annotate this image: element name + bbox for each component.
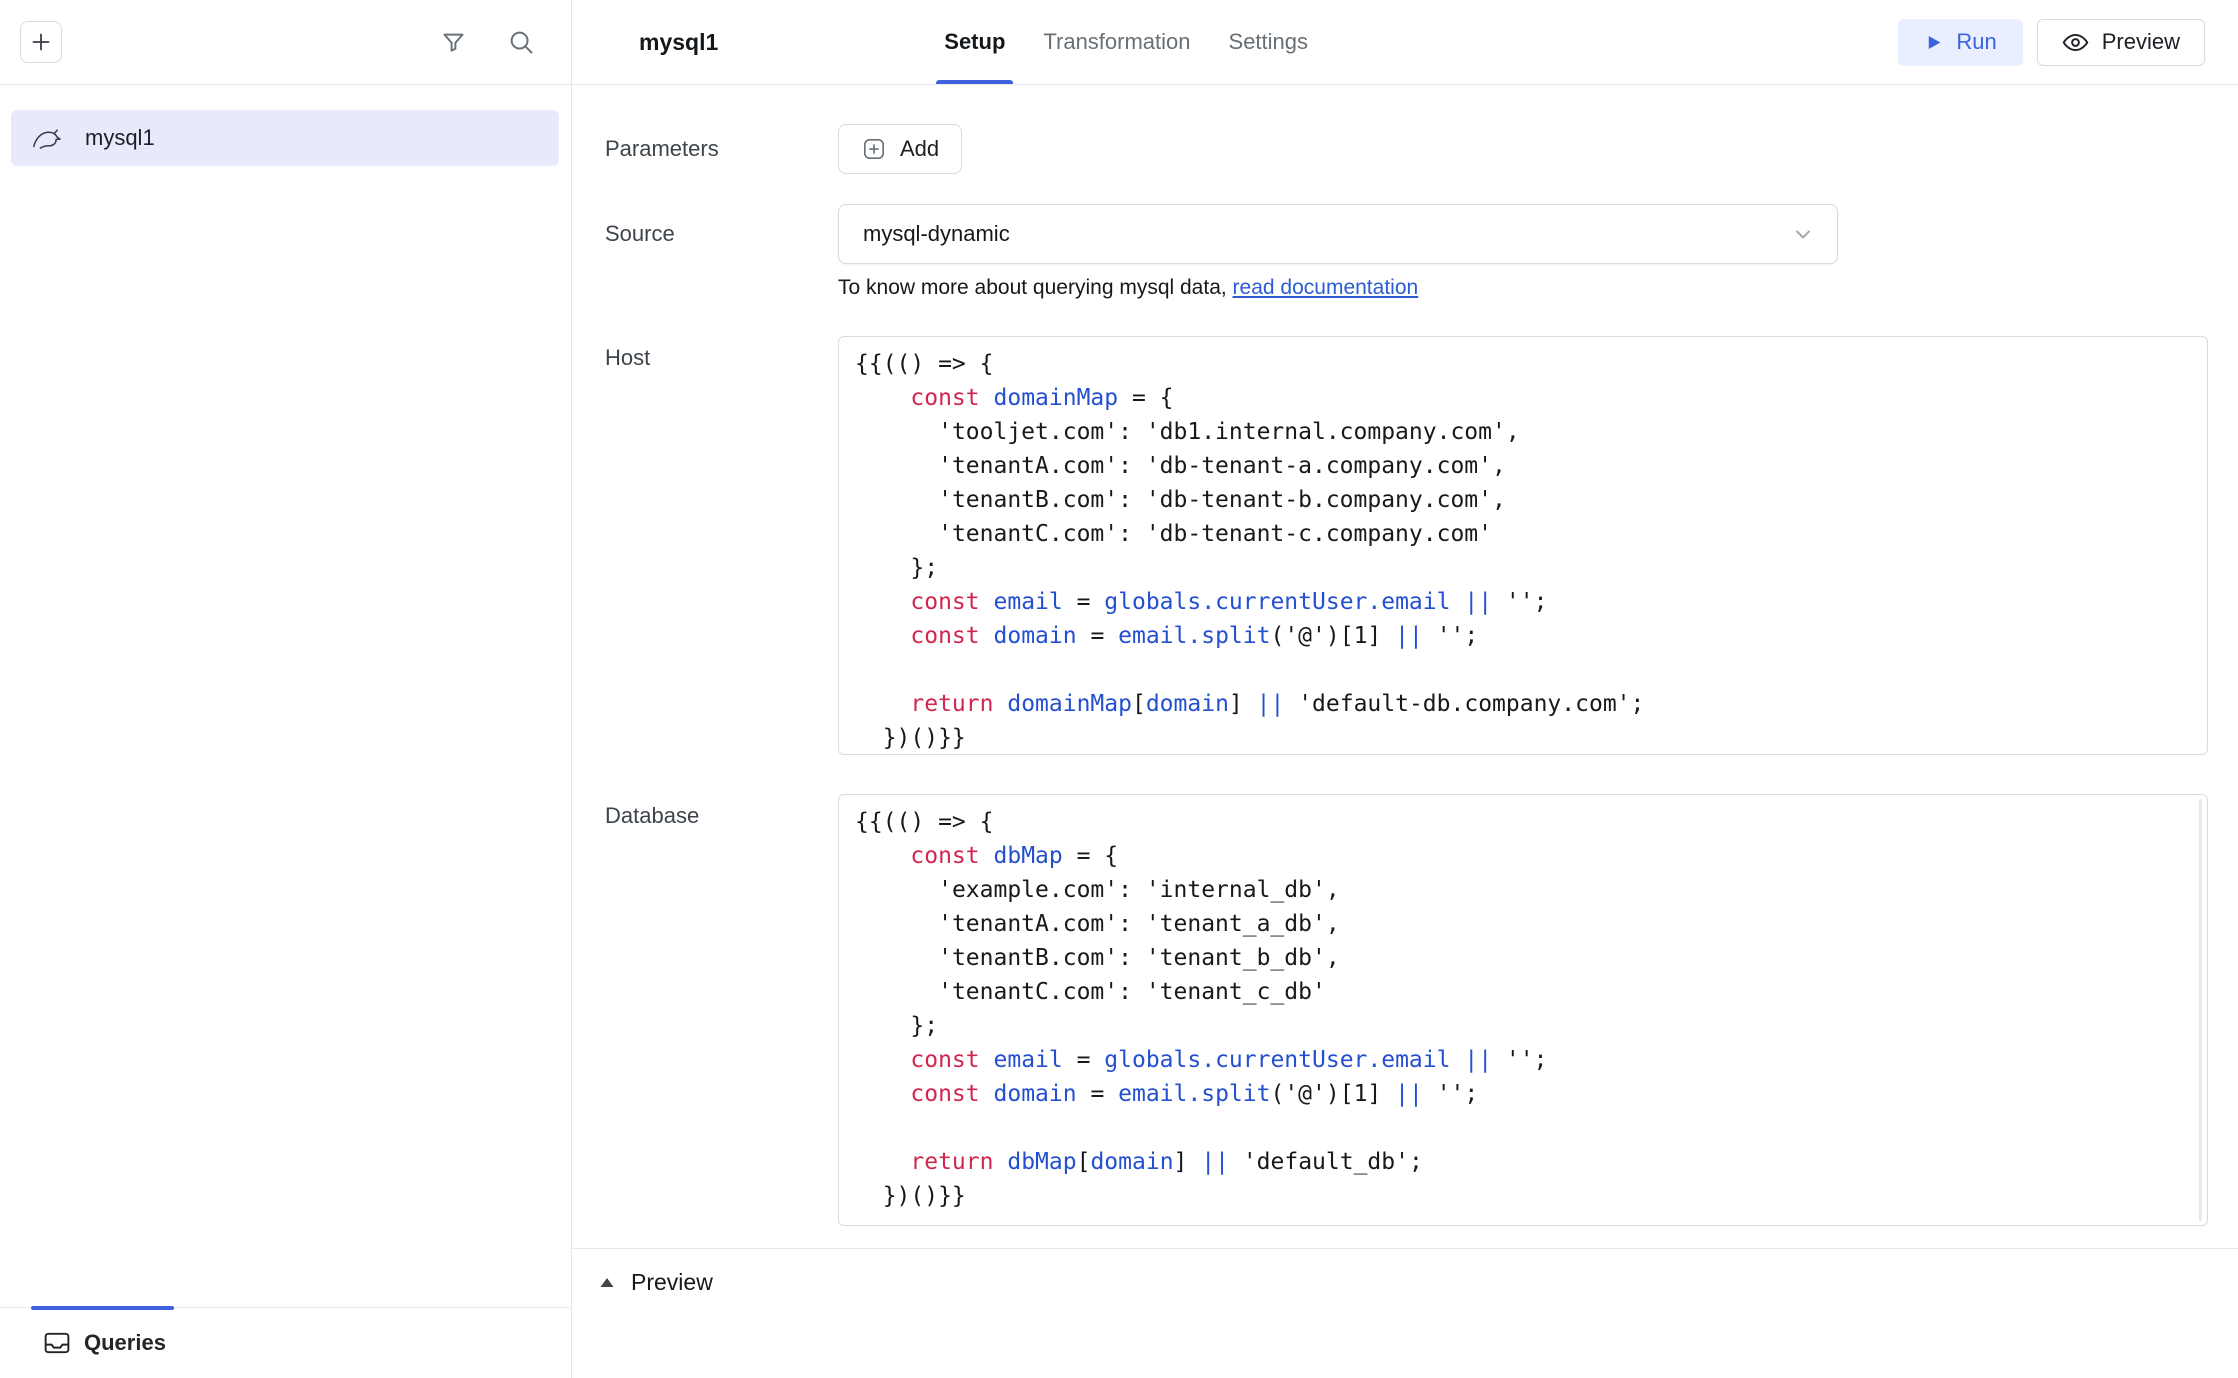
query-item-label: mysql1	[85, 125, 155, 151]
host-label: Host	[605, 336, 838, 755]
tab-setup[interactable]: Setup	[936, 0, 1013, 84]
source-help-prefix: To know more about querying mysql data,	[838, 276, 1233, 299]
host-row: Host {{(() => { const domainMap = { 'too…	[605, 336, 2208, 755]
setup-form: Parameters Add Source mysql-dynamic	[572, 85, 2238, 1226]
query-list-item-mysql1[interactable]: mysql1	[11, 110, 559, 166]
database-code-editor[interactable]: {{(() => { const dbMap = { 'example.com'…	[838, 794, 2208, 1226]
source-help-text: To know more about querying mysql data, …	[838, 276, 2208, 300]
mysql-icon	[31, 125, 61, 151]
editor-tabs: Setup Transformation Settings	[936, 0, 1316, 84]
run-button[interactable]: Run	[1898, 19, 2022, 66]
eye-icon	[2062, 32, 2089, 53]
source-label: Source	[605, 204, 838, 300]
query-editor-header: mysql1 Setup Transformation Settings Run	[572, 0, 2238, 85]
parameters-label: Parameters	[605, 124, 838, 174]
play-icon	[1924, 33, 1943, 52]
sidebar-header	[0, 0, 571, 85]
run-button-label: Run	[1956, 29, 1996, 55]
query-list: mysql1	[0, 85, 571, 1307]
scrollbar[interactable]	[2199, 799, 2202, 1221]
plus-icon	[29, 30, 53, 54]
filter-button[interactable]	[440, 29, 467, 56]
preview-section-label: Preview	[631, 1269, 713, 1296]
query-editor-panel: mysql1 Setup Transformation Settings Run	[572, 0, 2238, 1378]
query-sidebar: mysql1 Queries	[0, 0, 572, 1378]
app-root: mysql1 Queries mysql1 Setup Transformati…	[0, 0, 2238, 1378]
queries-panel-toggle[interactable]: Queries	[44, 1330, 166, 1356]
search-button[interactable]	[507, 28, 535, 56]
header-actions: Run Preview	[1898, 19, 2205, 66]
parameters-row: Parameters Add	[605, 124, 2208, 174]
preview-section-header[interactable]: Preview	[572, 1249, 2238, 1296]
chevron-down-icon	[1791, 222, 1815, 246]
filter-icon	[440, 29, 467, 56]
add-parameter-label: Add	[900, 136, 939, 162]
preview-button-label: Preview	[2102, 29, 2180, 55]
queries-toggle-label: Queries	[84, 1330, 166, 1356]
tab-settings[interactable]: Settings	[1221, 0, 1317, 84]
add-parameter-button[interactable]: Add	[838, 124, 962, 174]
add-query-button[interactable]	[20, 21, 62, 63]
collapse-triangle-icon	[599, 1276, 615, 1289]
preview-button[interactable]: Preview	[2037, 19, 2205, 66]
database-label: Database	[605, 794, 838, 1226]
queries-icon	[44, 1332, 70, 1354]
source-select[interactable]: mysql-dynamic	[838, 204, 1838, 264]
read-documentation-link[interactable]: read documentation	[1233, 276, 1419, 299]
plus-square-icon	[861, 136, 887, 162]
sidebar-footer: Queries	[0, 1307, 571, 1378]
queries-tab-active-indicator	[31, 1306, 174, 1310]
source-select-value: mysql-dynamic	[863, 221, 1010, 247]
host-code-editor[interactable]: {{(() => { const domainMap = { 'tooljet.…	[838, 336, 2208, 755]
query-title: mysql1	[639, 29, 718, 56]
source-row: Source mysql-dynamic To know more about …	[605, 204, 2208, 300]
search-icon	[507, 28, 535, 56]
tab-transformation[interactable]: Transformation	[1035, 0, 1198, 84]
database-row: Database {{(() => { const dbMap = { 'exa…	[605, 794, 2208, 1226]
